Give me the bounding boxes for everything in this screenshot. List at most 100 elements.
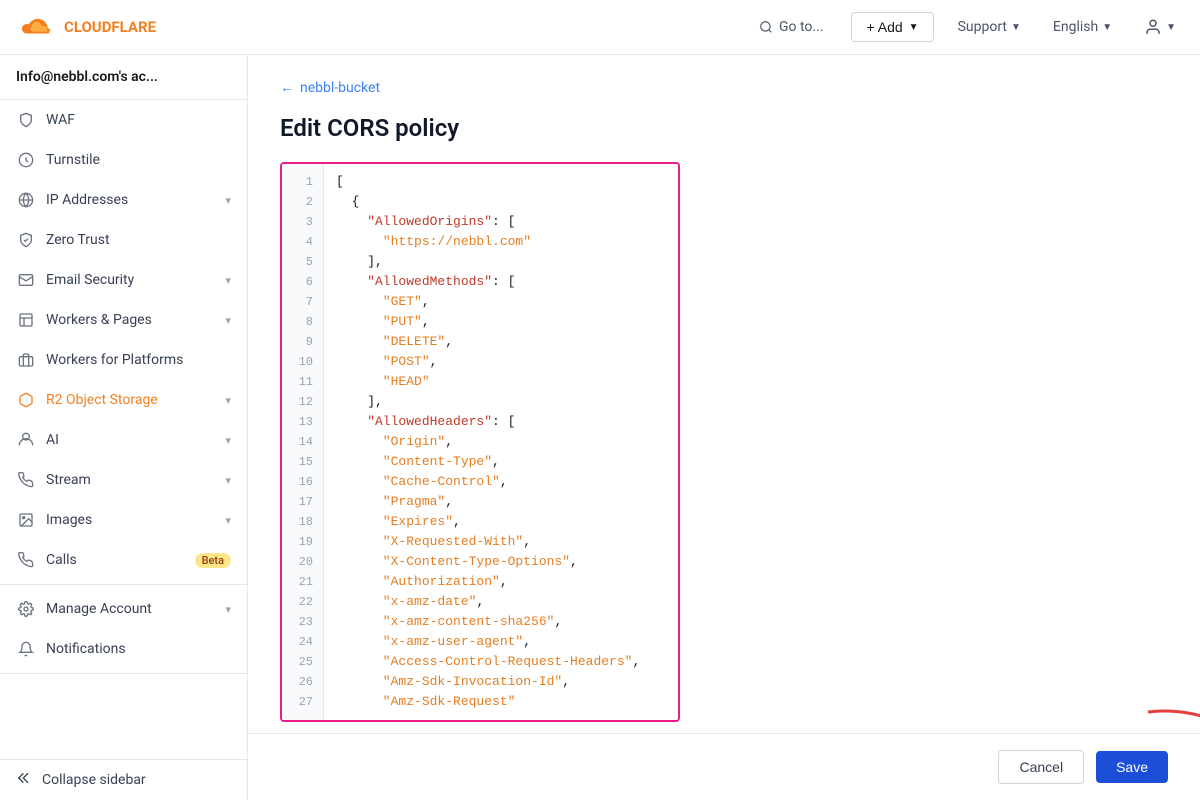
code-line: "Amz-Sdk-Invocation-Id", bbox=[336, 672, 666, 692]
sidebar-item-notifications[interactable]: Notifications bbox=[0, 629, 247, 669]
sidebar-email-security-label: Email Security bbox=[46, 272, 215, 288]
code-line: "x-amz-user-agent", bbox=[336, 632, 666, 652]
sidebar-item-waf[interactable]: WAF bbox=[0, 100, 247, 140]
cloudflare-logo-text: CLOUDFLARE bbox=[64, 18, 156, 36]
zero-trust-icon bbox=[16, 230, 36, 250]
user-chevron-icon: ▼ bbox=[1166, 22, 1176, 33]
add-button[interactable]: + Add ▼ bbox=[851, 12, 933, 42]
sidebar-item-stream[interactable]: Stream ▾ bbox=[0, 460, 247, 500]
code-line: "HEAD" bbox=[336, 372, 666, 392]
code-line: "Authorization", bbox=[336, 572, 666, 592]
line-number: 19 bbox=[282, 532, 323, 552]
sidebar-divider-2 bbox=[0, 673, 247, 674]
code-line: "https://nebbl.com" bbox=[336, 232, 666, 252]
support-menu[interactable]: Support ▼ bbox=[950, 13, 1029, 41]
sidebar-ip-label: IP Addresses bbox=[46, 192, 215, 208]
calls-beta-badge: Beta bbox=[195, 553, 231, 568]
line-number: 23 bbox=[282, 612, 323, 632]
collapse-icon bbox=[16, 770, 32, 790]
sidebar-turnstile-label: Turnstile bbox=[46, 152, 231, 168]
code-line: "Origin", bbox=[336, 432, 666, 452]
sidebar-item-ai[interactable]: AI ▾ bbox=[0, 420, 247, 460]
language-menu[interactable]: English ▼ bbox=[1045, 13, 1120, 41]
sidebar-stream-label: Stream bbox=[46, 472, 215, 488]
line-number: 16 bbox=[282, 472, 323, 492]
sidebar-item-zero-trust[interactable]: Zero Trust bbox=[0, 220, 247, 260]
sidebar-images-label: Images bbox=[46, 512, 215, 528]
line-number: 14 bbox=[282, 432, 323, 452]
line-number: 21 bbox=[282, 572, 323, 592]
sidebar-item-workers-pages[interactable]: Workers & Pages ▾ bbox=[0, 300, 247, 340]
sidebar-item-manage-account[interactable]: Manage Account ▾ bbox=[0, 589, 247, 629]
breadcrumb[interactable]: ← nebbl-bucket bbox=[280, 79, 1168, 96]
line-number: 26 bbox=[282, 672, 323, 692]
line-number: 5 bbox=[282, 252, 323, 272]
user-icon bbox=[1144, 18, 1162, 36]
cancel-button[interactable]: Cancel bbox=[998, 750, 1084, 784]
code-line: "Access-Control-Request-Headers", bbox=[336, 652, 666, 672]
app-layout: Info@nebbl.com's ac... WAF Turnstile IP … bbox=[0, 55, 1200, 800]
code-line: "Pragma", bbox=[336, 492, 666, 512]
line-number: 27 bbox=[282, 692, 323, 712]
code-line: "AllowedMethods": [ bbox=[336, 272, 666, 292]
code-line: "GET", bbox=[336, 292, 666, 312]
sidebar-item-images[interactable]: Images ▾ bbox=[0, 500, 247, 540]
line-number: 1 bbox=[282, 172, 323, 192]
code-line: ], bbox=[336, 252, 666, 272]
sidebar-item-email-security[interactable]: Email Security ▾ bbox=[0, 260, 247, 300]
main-content: ← nebbl-bucket Edit CORS policy 12345678… bbox=[248, 55, 1200, 733]
code-line: ], bbox=[336, 392, 666, 412]
images-chevron-icon: ▾ bbox=[225, 514, 231, 527]
sidebar-manage-account-label: Manage Account bbox=[46, 601, 215, 617]
save-button[interactable]: Save bbox=[1096, 751, 1168, 783]
line-number: 2 bbox=[282, 192, 323, 212]
code-line: "AllowedHeaders": [ bbox=[336, 412, 666, 432]
ai-icon bbox=[16, 430, 36, 450]
editor-scroll-area[interactable]: 1234567891011121314151617181920212223242… bbox=[282, 164, 678, 720]
sidebar-item-turnstile[interactable]: Turnstile bbox=[0, 140, 247, 180]
sidebar-notifications-label: Notifications bbox=[46, 641, 231, 657]
search-icon bbox=[759, 20, 773, 34]
sidebar-r2-label: R2 Object Storage bbox=[46, 392, 215, 408]
code-line: "x-amz-content-sha256", bbox=[336, 612, 666, 632]
ip-chevron-icon: ▾ bbox=[225, 194, 231, 207]
editor-wrapper: 1234567891011121314151617181920212223242… bbox=[280, 162, 1168, 722]
code-line: "DELETE", bbox=[336, 332, 666, 352]
manage-account-chevron-icon: ▾ bbox=[225, 603, 231, 616]
code-line: "PUT", bbox=[336, 312, 666, 332]
code-line: "X-Requested-With", bbox=[336, 532, 666, 552]
line-number: 15 bbox=[282, 452, 323, 472]
line-number: 25 bbox=[282, 652, 323, 672]
user-menu[interactable]: ▼ bbox=[1136, 12, 1184, 42]
r2-object-storage-icon bbox=[16, 390, 36, 410]
line-number: 20 bbox=[282, 552, 323, 572]
line-number: 11 bbox=[282, 372, 323, 392]
line-number: 12 bbox=[282, 392, 323, 412]
sidebar-workers-platforms-label: Workers for Platforms bbox=[46, 352, 231, 368]
sidebar-item-workers-platforms[interactable]: Workers for Platforms bbox=[0, 340, 247, 380]
code-display: 1234567891011121314151617181920212223242… bbox=[282, 164, 678, 720]
line-number: 6 bbox=[282, 272, 323, 292]
main-area: ← nebbl-bucket Edit CORS policy 12345678… bbox=[248, 55, 1200, 800]
breadcrumb-arrow-icon: ← bbox=[280, 79, 294, 96]
line-number: 17 bbox=[282, 492, 323, 512]
code-line: "x-amz-date", bbox=[336, 592, 666, 612]
goto-button[interactable]: Go to... bbox=[747, 13, 836, 41]
collapse-sidebar-button[interactable]: Collapse sidebar bbox=[0, 759, 247, 800]
line-number: 13 bbox=[282, 412, 323, 432]
cors-policy-editor[interactable]: 1234567891011121314151617181920212223242… bbox=[280, 162, 680, 722]
stream-icon bbox=[16, 470, 36, 490]
sidebar-item-calls[interactable]: Calls Beta bbox=[0, 540, 247, 580]
line-number: 3 bbox=[282, 212, 323, 232]
line-number: 9 bbox=[282, 332, 323, 352]
sidebar-ai-label: AI bbox=[46, 432, 215, 448]
email-security-chevron-icon: ▾ bbox=[225, 274, 231, 287]
sidebar-item-ip-addresses[interactable]: IP Addresses ▾ bbox=[0, 180, 247, 220]
code-line: "Cache-Control", bbox=[336, 472, 666, 492]
cloudflare-logo[interactable]: CLOUDFLARE bbox=[16, 13, 156, 41]
code-line: "AllowedOrigins": [ bbox=[336, 212, 666, 232]
sidebar-item-r2-object-storage[interactable]: R2 Object Storage ▾ bbox=[0, 380, 247, 420]
footer-bar: Cancel Save bbox=[248, 733, 1200, 800]
code-line: { bbox=[336, 192, 666, 212]
line-number: 10 bbox=[282, 352, 323, 372]
